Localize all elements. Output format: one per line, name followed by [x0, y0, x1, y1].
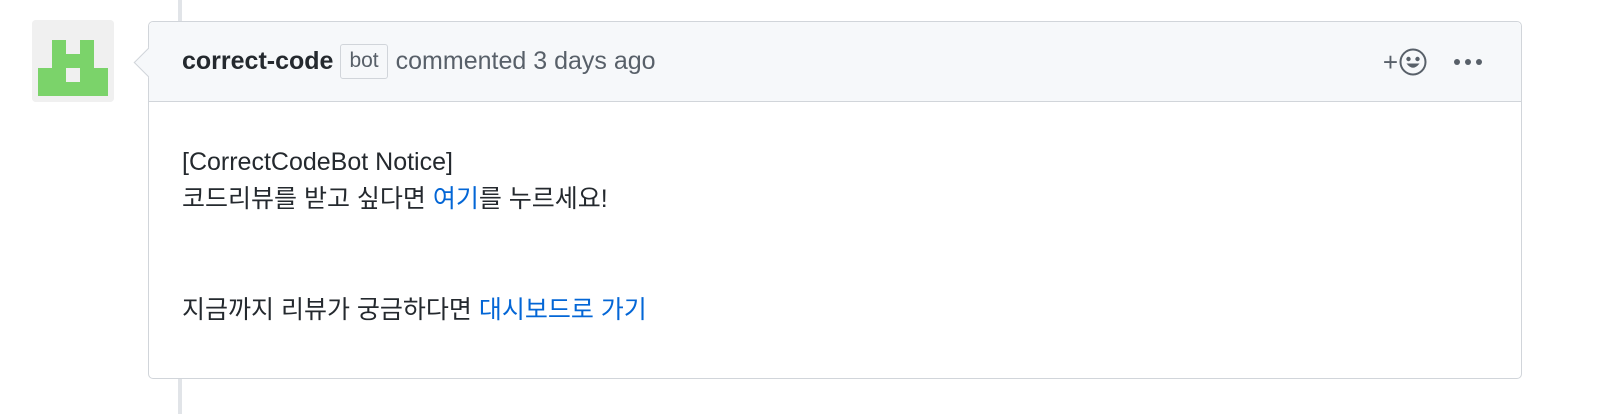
comment-actions: +	[1383, 22, 1483, 102]
identicon-icon	[32, 20, 114, 102]
dashboard-link[interactable]: 대시보드로 가기	[479, 296, 647, 324]
review-request-line: 코드리뷰를 받고 싶다면 여기를 누르세요!	[182, 181, 1488, 218]
comment-body: [CorrectCodeBot Notice] 코드리뷰를 받고 싶다면 여기를…	[149, 102, 1521, 329]
dashboard-text: 지금까지 리뷰가 궁금하다면	[182, 296, 479, 324]
review-request-link[interactable]: 여기	[433, 185, 479, 213]
smiley-icon	[1399, 48, 1427, 76]
author-link[interactable]: correct-code	[182, 47, 333, 76]
comment-timestamp[interactable]: commented 3 days ago	[396, 47, 656, 76]
dashboard-line: 지금까지 리뷰가 궁금하다면 대시보드로 가기	[182, 292, 1488, 329]
kebab-horizontal-icon	[1454, 59, 1482, 65]
comment-header: correct-code bot commented 3 days ago +	[149, 22, 1521, 102]
review-request-suffix: 를 누르세요!	[478, 185, 608, 213]
avatar[interactable]	[32, 20, 114, 102]
review-request-text: 코드리뷰를 받고 싶다면	[182, 185, 433, 213]
bot-badge: bot	[340, 44, 388, 79]
add-reaction-button[interactable]: +	[1383, 48, 1427, 76]
comment-box: correct-code bot commented 3 days ago +	[148, 21, 1522, 379]
notice-title: [CorrectCodeBot Notice]	[182, 148, 453, 176]
more-options-button[interactable]	[1453, 58, 1483, 66]
timeline: correct-code bot commented 3 days ago +	[0, 0, 1598, 414]
reaction-plus: +	[1382, 47, 1398, 77]
